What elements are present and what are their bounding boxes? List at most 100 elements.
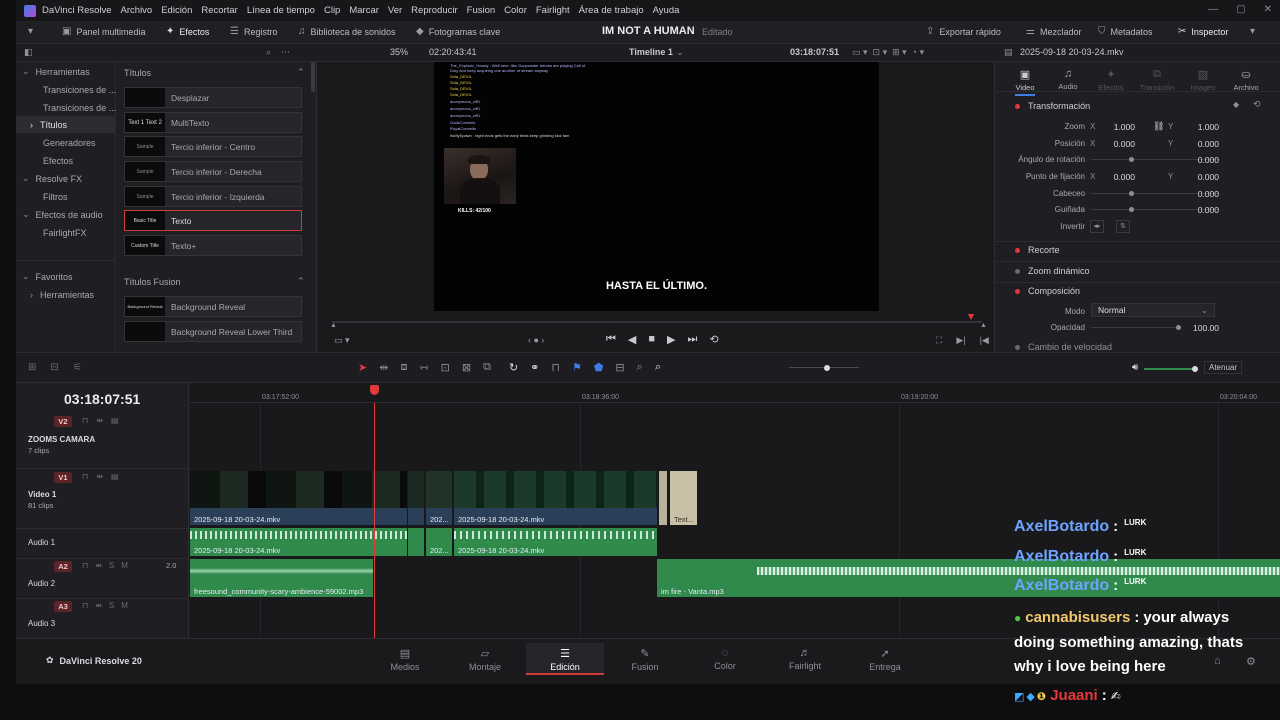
tree-item-herramientas-fav[interactable]: › Herramientas: [16, 286, 116, 303]
linked-selection-icon[interactable]: ⚭: [530, 361, 539, 374]
viewer-scrubber-track[interactable]: [332, 321, 982, 323]
video-clip[interactable]: 2025-09-18 20-03-24.mkv: [454, 471, 657, 525]
auto-select-icon[interactable]: ⇹: [95, 561, 102, 570]
menu-ayuda[interactable]: Ayuda: [653, 5, 680, 16]
in-marker-icon[interactable]: ▲: [330, 322, 337, 329]
section-zoom-dinamico[interactable]: Zoom dinámico: [995, 262, 1280, 280]
title-item-multitexto[interactable]: Text 1 Text 2 MultiTexto: [124, 112, 302, 133]
enable-track-icon[interactable]: ▤: [111, 472, 119, 481]
timeline-selector[interactable]: Timeline 1: [629, 47, 673, 57]
playhead-marker[interactable]: [968, 314, 974, 320]
tree-item-favoritos[interactable]: ⌄ Favoritos: [16, 268, 116, 285]
selection-tool-icon[interactable]: ➤: [358, 361, 367, 374]
menu-recortar[interactable]: Recortar: [201, 5, 237, 16]
tree-item-resolve-fx[interactable]: ⌄ Resolve FX: [16, 170, 116, 187]
solo-button[interactable]: S: [109, 561, 114, 570]
volume-icon[interactable]: 🔊︎: [1132, 362, 1138, 373]
menu-edicion[interactable]: Edición: [161, 5, 192, 16]
mute-button[interactable]: M: [121, 561, 128, 570]
opacity-slider[interactable]: [1091, 327, 1179, 328]
fullscreen-icon[interactable]: ⛶: [936, 335, 942, 346]
audio-clip[interactable]: 202...: [426, 528, 452, 556]
pitch-field[interactable]: 0.000: [1179, 189, 1219, 199]
effects-button[interactable]: ✦ Efectos: [166, 26, 209, 37]
index-button[interactable]: ☰ Registro: [230, 26, 277, 37]
title-clip[interactable]: Text...: [670, 471, 697, 525]
zoom-detail-icon[interactable]: ⌕: [637, 361, 643, 374]
menu-fairlight[interactable]: Fairlight: [536, 5, 570, 16]
title-item-tercio-izquierda[interactable]: Sample Tercio inferior - Izquierda: [124, 186, 302, 207]
chevron-down-icon[interactable]: ⌄: [676, 47, 684, 58]
tree-item-generadores[interactable]: Generadores: [16, 134, 116, 151]
page-montaje[interactable]: ▱ Montaje: [446, 647, 524, 672]
page-fairlight[interactable]: ♬ Fairlight: [766, 647, 844, 671]
lock-icon[interactable]: ⊓: [82, 472, 88, 481]
tree-item-herramientas[interactable]: ⌄ Herramientas: [16, 63, 116, 80]
zoom-full-icon[interactable]: ⊟: [615, 361, 624, 374]
viewer-mode-icon[interactable]: ▭ ▾: [334, 335, 350, 346]
prev-frame-icon[interactable]: |◀: [980, 335, 989, 346]
tree-item-efectos-audio[interactable]: ⌄ Efectos de audio: [16, 206, 116, 223]
tab-audio[interactable]: ♫ Audio: [1048, 68, 1088, 91]
loop-icon[interactable]: ⟲: [709, 333, 718, 346]
dynamic-trim-icon[interactable]: ⧈: [400, 361, 407, 374]
scrollbar[interactable]: [311, 62, 315, 92]
auto-select-icon[interactable]: ⇹: [96, 472, 103, 481]
go-to-end-icon[interactable]: ⏭: [688, 333, 698, 346]
track-tag[interactable]: V1: [54, 472, 72, 483]
title-item-texto[interactable]: Basic Title Texto: [124, 210, 302, 231]
enable-dot-icon[interactable]: [1015, 247, 1020, 253]
tree-item-titulos[interactable]: › Títulos: [16, 116, 116, 133]
timeline-view-icon[interactable]: ⊞: [28, 362, 36, 373]
lock-icon[interactable]: ⊓: [551, 361, 560, 374]
menu-color[interactable]: Color: [504, 5, 527, 16]
tab-video[interactable]: ▣ Video: [1005, 68, 1045, 96]
title-item-background-reveal[interactable]: Background Reveal Background Reveal: [124, 296, 302, 317]
tab-efectos[interactable]: ✦ Efectos: [1091, 68, 1131, 92]
tab-imagen[interactable]: ▧ Imagen: [1183, 68, 1223, 92]
options-icon[interactable]: ⋯: [281, 47, 290, 58]
keyframes-button[interactable]: ◆ Fotogramas clave: [416, 26, 500, 37]
flag-icon[interactable]: ⚑: [572, 361, 582, 374]
opacity-field[interactable]: 100.00: [1179, 323, 1219, 333]
menu-ver[interactable]: Ver: [388, 5, 402, 16]
title-item-tercio-centro[interactable]: Sample Tercio inferior - Centro: [124, 136, 302, 157]
lock-icon[interactable]: ⊓: [82, 561, 88, 570]
link-icon[interactable]: ⛓: [1153, 121, 1164, 132]
enable-dot-icon[interactable]: [1015, 344, 1020, 350]
track-tag[interactable]: A2: [54, 561, 72, 572]
blade-tool-icon[interactable]: ⇿: [419, 361, 428, 374]
auto-select-icon[interactable]: ⇹: [96, 416, 103, 425]
dim-button[interactable]: Atenuar: [1204, 361, 1243, 374]
panel-toggle-button[interactable]: ▾: [28, 26, 33, 37]
stop-icon[interactable]: ■: [648, 333, 655, 346]
solo-button[interactable]: S: [109, 601, 114, 610]
tree-item-fairlightfx[interactable]: FairlightFX: [16, 224, 116, 241]
volume-handle[interactable]: [1192, 366, 1198, 372]
flip-vertical-icon[interactable]: ⇅: [1116, 220, 1130, 233]
lock-icon[interactable]: ⊓: [82, 416, 88, 425]
title-item-background-reveal-lt[interactable]: Background Reveal Lower Third: [124, 321, 302, 342]
rotation-field[interactable]: 0.000: [1179, 155, 1219, 165]
title-item-textoplus[interactable]: Custom Title Texto+: [124, 235, 302, 256]
overwrite-clip-icon[interactable]: ⊠: [462, 361, 471, 374]
title-item-desplazar[interactable]: Desplazar: [124, 87, 302, 108]
menu-reproducir[interactable]: Reproducir: [411, 5, 457, 16]
sidebar-toggle-icon[interactable]: ◧: [24, 47, 33, 58]
page-edicion[interactable]: ☰ Edición: [526, 643, 604, 675]
media-pool-button[interactable]: ▣ Panel multimedia: [62, 26, 146, 37]
page-fusion[interactable]: ✎ Fusion: [606, 647, 684, 672]
mode-select[interactable]: Normal ⌄: [1091, 303, 1215, 317]
enable-track-icon[interactable]: ▤: [111, 416, 119, 425]
zoom-custom-icon[interactable]: ⌕: [655, 361, 661, 374]
section-composicion[interactable]: Composición: [995, 282, 1280, 300]
tree-item-efectos[interactable]: Efectos: [16, 152, 116, 169]
track-tag[interactable]: V2: [54, 416, 72, 427]
video-clip[interactable]: [408, 471, 424, 525]
inspector-button[interactable]: ✂ Inspector: [1178, 26, 1228, 37]
yaw-field[interactable]: 0.000: [1179, 205, 1219, 215]
audio-meter-icon[interactable]: ⚟: [73, 362, 82, 373]
audio-clip[interactable]: freesound_community-scary-ambience-59002…: [190, 559, 373, 597]
page-medios[interactable]: ▤ Medios: [366, 647, 444, 672]
title-item-tercio-derecha[interactable]: Sample Tercio inferior - Derecha: [124, 161, 302, 182]
